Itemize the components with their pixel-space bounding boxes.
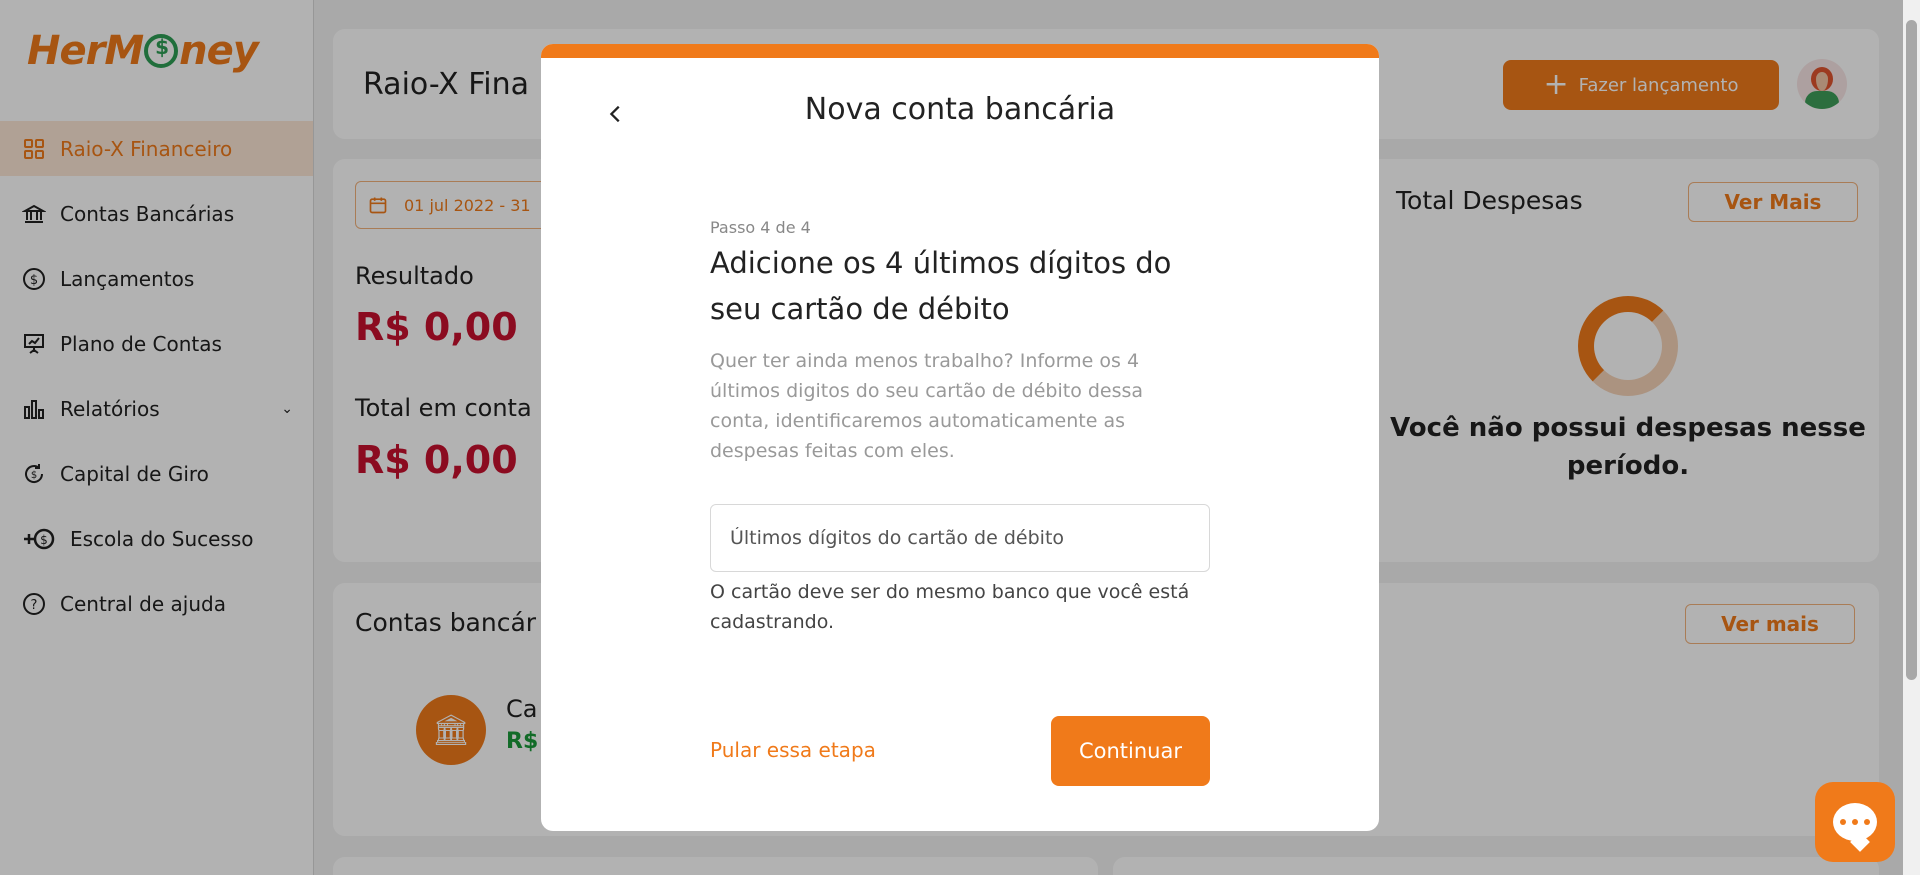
new-bank-account-modal: Nova conta bancária Passo 4 de 4 Adicion… — [541, 44, 1379, 831]
card-hint-text: O cartão deve ser do mesmo banco que voc… — [710, 581, 1190, 633]
page-scrollbar[interactable] — [1903, 0, 1920, 875]
modal-question: Adicione os 4 últimos dígitos do seu car… — [710, 246, 1172, 326]
chat-bubble-icon — [1833, 803, 1877, 841]
chat-button[interactable] — [1815, 782, 1895, 862]
scrollbar-thumb[interactable] — [1906, 20, 1917, 680]
modal-title: Nova conta bancária — [804, 92, 1116, 127]
modal-accent-bar — [541, 44, 1379, 58]
card-digits-input[interactable] — [710, 504, 1210, 572]
modal-help-text: Quer ter ainda menos trabalho? Informe o… — [710, 350, 1144, 462]
skip-step-link[interactable]: Pular essa etapa — [710, 738, 876, 762]
step-indicator: Passo 4 de 4 — [710, 218, 811, 237]
continue-button[interactable]: Continuar — [1051, 716, 1210, 786]
